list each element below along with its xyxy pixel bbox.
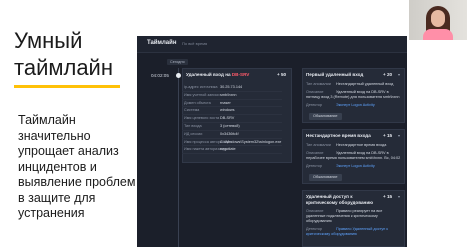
anomaly-card-first-login[interactable]: Первый удаленный вход + 20 ▾ Тип аномали… xyxy=(302,68,405,123)
attr-row: Имя процесса авторизацииC:\Windows\Syste… xyxy=(182,139,282,147)
risk-score-badge: + 15 xyxy=(383,133,393,138)
time-range-selector[interactable]: По всё время xyxy=(182,41,207,46)
anomaly-title: Удаленный доступ к критическому оборудов… xyxy=(306,194,374,205)
chevron-down-icon[interactable]: ▾ xyxy=(398,72,400,77)
attr-row: ip-адрес источника 30.25.73.144 xyxy=(182,84,282,92)
attr-row: Домен объекта rnaser xyxy=(182,100,282,108)
appeal-button[interactable]: Обжалование xyxy=(309,174,342,181)
slide-body-text: Таймлайн значительно упрощает анализ инц… xyxy=(18,113,136,220)
attr-row: Имя целевого хостаDB-SRV xyxy=(182,115,282,123)
anomaly-title: Нестандартное время входа xyxy=(306,133,371,138)
app-header: Таймлайн По всё время xyxy=(137,36,407,53)
app-title: Таймлайн xyxy=(147,40,177,46)
filter-chip[interactable]: Сегодня xyxy=(167,59,188,65)
anomaly-details: Тип аномалии Нестандартное время входа Оп… xyxy=(306,143,401,168)
event-time: 04:02:05 xyxy=(151,73,169,78)
timeline-axis xyxy=(178,68,179,247)
attr-row: Тип входа 3 (сетевой) xyxy=(182,123,282,131)
chevron-down-icon[interactable]: ▾ xyxy=(398,133,400,138)
attr-row: ИД сессии 0x3436fc4f xyxy=(182,131,282,139)
anomaly-card-critical-access[interactable]: Удаленный доступ к критическому оборудов… xyxy=(302,190,405,247)
risk-score-badge: + 20 xyxy=(383,72,393,77)
risk-score-badge: + 50 xyxy=(277,72,287,77)
main-event-title: Удаленный вход на DB-SRV xyxy=(186,72,250,77)
event-attributes: ip-адрес источника 30.25.73.144 Имя учетн… xyxy=(182,84,282,155)
anomaly-details: Описание Правило реагирует на все удаленн… xyxy=(306,209,389,236)
attr-row: Имя учетной записиsmb\hxnn xyxy=(182,92,282,100)
appeal-button[interactable]: Обжалование xyxy=(309,113,342,120)
presenter-webcam xyxy=(409,0,467,40)
timeline-dot-icon xyxy=(176,73,181,78)
attr-row: Имя пакета авторизацииnegotiate xyxy=(182,146,282,155)
risk-score-badge: + 15 xyxy=(383,194,393,199)
chevron-down-icon[interactable]: ▾ xyxy=(398,194,400,199)
target-host-link[interactable]: DB-SRV xyxy=(232,72,250,77)
title-underline xyxy=(14,85,120,88)
slide-title: Умный таймлайн xyxy=(14,28,113,80)
timeline-app-window: Таймлайн По всё время Сегодня 04:02:05 У… xyxy=(137,36,407,247)
attr-row: Система windows xyxy=(182,107,282,116)
anomaly-details: Тип аномалии Нестандартный удаленный вход… xyxy=(306,82,400,107)
anomaly-title: Первый удаленный вход xyxy=(306,72,364,77)
anomaly-card-unusual-time[interactable]: Нестандартное время входа + 15 ▾ Тип ано… xyxy=(302,129,405,184)
